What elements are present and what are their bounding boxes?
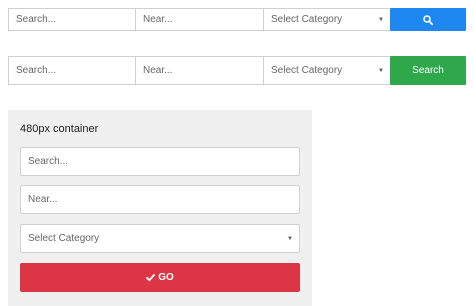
row2-category-value: Select Category [271,65,343,76]
container-category-value: Select Category [28,233,100,244]
container-title: 480px container [20,123,99,135]
chevron-down-icon: ▼ [378,67,384,74]
container-search-placeholder: Search... [28,156,69,167]
check-icon [146,273,156,282]
row1-search-placeholder: Search... [16,14,57,25]
container-panel: 480px container Search... Near... Select… [8,110,312,306]
row1-near-placeholder: Near... [143,14,173,25]
row2-near-placeholder: Near... [143,65,173,76]
container-category-select[interactable]: Select Category ▼ [20,224,300,253]
go-button-label: GO [158,272,174,283]
row1-search-button[interactable] [390,8,466,31]
row2-search-button[interactable]: Search [390,56,466,85]
row1-near-input[interactable]: Near... [135,8,264,31]
container-near-placeholder: Near... [28,194,58,205]
row2-search-button-label: Search [412,65,444,76]
row1-category-select[interactable]: Select Category ▼ [263,8,391,31]
row2-category-select[interactable]: Select Category ▼ [263,56,391,85]
row1-category-value: Select Category [271,14,343,25]
container-near-input[interactable]: Near... [20,185,300,214]
chevron-down-icon: ▼ [378,16,384,23]
go-button[interactable]: GO [20,263,300,292]
chevron-down-icon: ▼ [287,235,293,242]
row1-search-input[interactable]: Search... [8,8,136,31]
row2-search-placeholder: Search... [16,65,57,76]
search-icon [423,14,433,25]
row2-near-input[interactable]: Near... [135,56,264,85]
row2-search-input[interactable]: Search... [8,56,136,85]
container-search-input[interactable]: Search... [20,147,300,176]
